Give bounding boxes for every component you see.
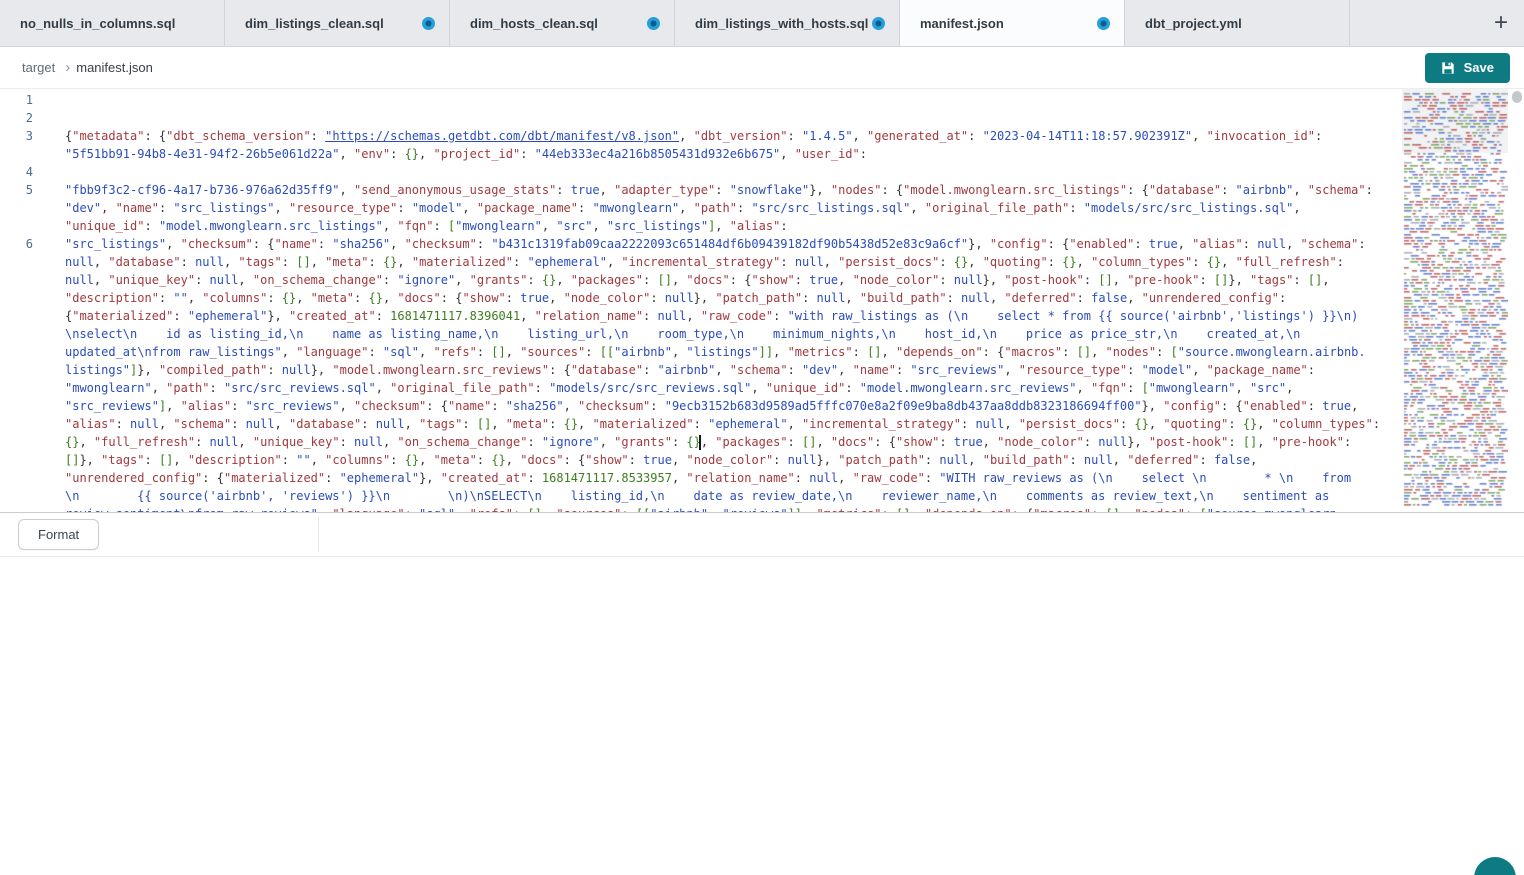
code-row: null, "database": null, "tags": [], "met…: [0, 253, 1524, 271]
editor-tab[interactable]: dim_hosts_clean.sql: [450, 0, 675, 46]
scrollbar-thumb[interactable]: [1512, 91, 1522, 103]
tab-label: manifest.json: [920, 16, 1004, 31]
code-row: {"materialized": "ephemeral"}, "created_…: [0, 307, 1524, 325]
code-row: 1: [0, 91, 1524, 109]
code-row: listings"]}, "compiled_path": null}, "mo…: [0, 361, 1524, 379]
vertical-scrollbar[interactable]: [1510, 89, 1524, 512]
code-row: \nselect\n id as listing_id,\n name as l…: [0, 325, 1524, 343]
code-row: 3{"metadata": {"dbt_schema_version": "ht…: [0, 127, 1524, 145]
tab-bar-spacer: [1350, 0, 1478, 46]
editor-tab[interactable]: dim_listings_with_hosts.sql: [675, 0, 900, 46]
code-row: "dev", "name": "src_listings", "resource…: [0, 199, 1524, 217]
code-row: "unique_id": "model.mwonglearn.src_listi…: [0, 217, 1524, 235]
code-row: updated_at\nfrom raw_listings", "languag…: [0, 343, 1524, 361]
chevron-right-icon: ›: [65, 59, 70, 76]
code-row: 2: [0, 109, 1524, 127]
code-editor[interactable]: 123{"metadata": {"dbt_schema_version": "…: [0, 89, 1524, 513]
code-row: review_sentiment\nfrom raw_reviews", "la…: [0, 505, 1524, 513]
text-cursor: [699, 435, 701, 450]
tab-label: dim_listings_clean.sql: [245, 16, 384, 31]
save-floppy-icon: [1441, 61, 1455, 75]
format-bar: Format: [0, 513, 1524, 557]
panel-divider: [318, 517, 319, 552]
breadcrumb-bar: target › manifest.json Save: [0, 47, 1524, 89]
unsaved-changes-icon[interactable]: [1097, 17, 1110, 30]
code-row: "mwonglearn", "path": "src/src_reviews.s…: [0, 379, 1524, 397]
editor-tab[interactable]: no_nulls_in_columns.sql: [0, 0, 225, 46]
format-button[interactable]: Format: [18, 519, 99, 550]
code-row: "unrendered_config": {"materialized": "e…: [0, 469, 1524, 487]
tab-label: dbt_project.yml: [1145, 16, 1242, 31]
code-row: "alias": null, "schema": null, "database…: [0, 415, 1524, 433]
code-row: {}, "full_refresh": null, "unique_key": …: [0, 433, 1524, 451]
code-row: "5f51bb91-94b8-4e31-94f2-26b5e061d22a", …: [0, 145, 1524, 163]
editor-tab[interactable]: manifest.json: [900, 0, 1125, 46]
code-rows: 123{"metadata": {"dbt_schema_version": "…: [0, 89, 1524, 513]
save-button[interactable]: Save: [1425, 53, 1510, 83]
code-row: 6"src_listings", "checksum": {"name": "s…: [0, 235, 1524, 253]
code-row: "src_reviews"], "alias": "src_reviews", …: [0, 397, 1524, 415]
tab-label: dim_hosts_clean.sql: [470, 16, 598, 31]
code-row: 4: [0, 163, 1524, 181]
minimap[interactable]: [1402, 91, 1508, 509]
breadcrumb-segment-file: manifest.json: [76, 60, 153, 75]
new-tab-button[interactable]: +: [1478, 0, 1524, 46]
code-row: "description": "", "columns": {}, "meta"…: [0, 289, 1524, 307]
unsaved-changes-icon[interactable]: [422, 17, 435, 30]
save-button-label: Save: [1464, 60, 1494, 75]
code-row: \n {{ source('airbnb', 'reviews') }}\n \…: [0, 487, 1524, 505]
tab-label: dim_listings_with_hosts.sql: [695, 16, 868, 31]
results-panel: [0, 557, 1524, 875]
unsaved-changes-icon[interactable]: [872, 17, 885, 30]
unsaved-changes-icon[interactable]: [647, 17, 660, 30]
tab-label: no_nulls_in_columns.sql: [20, 16, 175, 31]
tab-bar: no_nulls_in_columns.sql dim_listings_cle…: [0, 0, 1524, 47]
editor-tab[interactable]: dbt_project.yml: [1125, 0, 1350, 46]
editor-tab[interactable]: dim_listings_clean.sql: [225, 0, 450, 46]
code-row: []}, "tags": [], "description": "", "col…: [0, 451, 1524, 469]
breadcrumb-segment-folder: target: [22, 60, 55, 75]
code-row: 5"fbb9f3c2-cf96-4a17-b736-976a62d35ff9",…: [0, 181, 1524, 199]
code-row: null, "unique_key": null, "on_schema_cha…: [0, 271, 1524, 289]
